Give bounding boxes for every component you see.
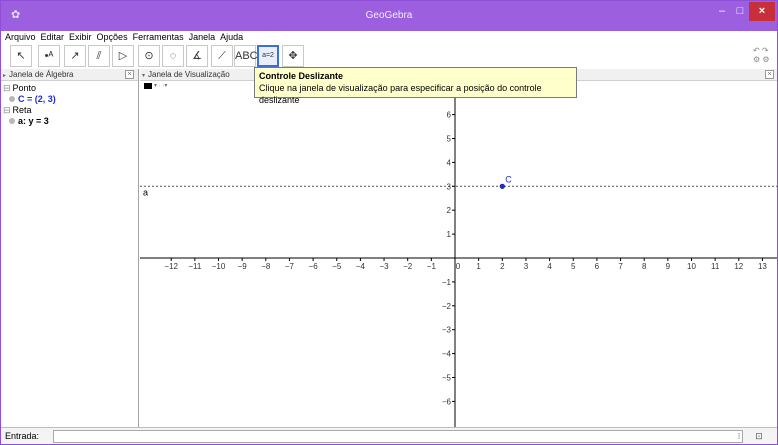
- x-tick-label: 1: [476, 262, 481, 271]
- undo-redo-buttons[interactable]: ↶ ↷ ⚙ ⚙: [753, 46, 775, 66]
- visibility-dot-icon[interactable]: [9, 118, 15, 124]
- y-tick-label: −2: [442, 302, 452, 311]
- collapse-icon[interactable]: ▾: [142, 73, 145, 79]
- menu-editar[interactable]: Editar: [41, 31, 65, 44]
- menu-ferramentas[interactable]: Ferramentas: [133, 31, 184, 44]
- x-tick-label: −6: [309, 262, 319, 271]
- x-tick-label: −3: [379, 262, 389, 271]
- x-tick-label: 4: [547, 262, 552, 271]
- x-tick-label: −10: [212, 262, 226, 271]
- y-tick-label: 2: [447, 206, 452, 215]
- toolbar: ↶ ↷ ⚙ ⚙ ↖ •ᴬ ↗ ⫽ ▷ ⊙ ◌ ∡ ⟋ ABC a=2 ✥: [1, 44, 777, 69]
- minus-icon[interactable]: ⊟: [3, 105, 11, 115]
- x-tick-label: 11: [711, 262, 720, 271]
- y-tick-label: 6: [447, 111, 452, 120]
- x-tick-label: −7: [285, 262, 295, 271]
- x-tick-label: −9: [238, 262, 248, 271]
- color-swatch[interactable]: [144, 83, 152, 89]
- conic-tool-icon[interactable]: ◌: [162, 45, 184, 67]
- y-tick-label: 5: [447, 135, 452, 144]
- text-tool-icon[interactable]: ABC: [234, 45, 258, 67]
- x-tick-label: 0: [456, 262, 461, 271]
- input-field[interactable]: [53, 430, 743, 443]
- x-tick-label: −2: [403, 262, 413, 271]
- input-help-icon[interactable]: ⁝: [733, 430, 745, 443]
- algebra-view-header[interactable]: ▸ Janela de Álgebra ×: [1, 69, 138, 81]
- x-tick-label: 3: [524, 262, 529, 271]
- polygon-tool-icon[interactable]: ▷: [112, 45, 134, 67]
- x-tick-label: 6: [595, 262, 600, 271]
- menu-arquivo[interactable]: Arquivo: [5, 31, 36, 44]
- x-tick-label: −5: [332, 262, 342, 271]
- y-tick-label: −5: [442, 374, 452, 383]
- reflect-tool-icon[interactable]: ⟋: [211, 45, 233, 67]
- move-tool-icon[interactable]: ↖: [10, 45, 32, 67]
- move-view-tool-icon[interactable]: ✥: [282, 45, 304, 67]
- tree-item-c[interactable]: C = (2, 3): [3, 94, 56, 105]
- minimize-button[interactable]: –: [711, 2, 733, 21]
- coordinate-plane[interactable]: a−12 −11 −10 −9 −8 −7 −6 −5 −4 −3 −2 −1 0 1 2 3 4 5 6 7 8 9 10…: [140, 69, 777, 427]
- x-tick-label: 10: [687, 262, 696, 271]
- algebra-view-title: Janela de Álgebra: [9, 70, 74, 79]
- x-tick-label: 13: [758, 262, 767, 271]
- close-view-icon[interactable]: ×: [765, 70, 774, 79]
- graphics-view[interactable]: a −12 −11 −10 −9 −8 −7 −6 −5 −4 −3 −2 −1 0 1 2 3 4 5 6 7 8 9 10…: [140, 69, 777, 427]
- angle-tool-icon[interactable]: ∡: [186, 45, 208, 67]
- algebra-view: ▸ Janela de Álgebra × ⊟ Ponto C = (2, 3) ⊟…: [1, 69, 139, 427]
- collapse-icon[interactable]: ▸: [3, 73, 6, 79]
- x-tick-label: −12: [164, 262, 178, 271]
- input-bar: Entrada: ⁝ ⊡: [1, 427, 777, 444]
- point-c[interactable]: [499, 183, 505, 189]
- menu-opcoes[interactable]: Opções: [97, 31, 128, 44]
- x-tick-label: −4: [356, 262, 366, 271]
- point-tool-icon[interactable]: •ᴬ: [38, 45, 60, 67]
- y-tick-label: 1: [447, 230, 452, 239]
- maximize-button[interactable]: □: [733, 2, 747, 21]
- x-tick-label: 12: [734, 262, 743, 271]
- menu-ajuda[interactable]: Ajuda: [220, 31, 243, 44]
- tree-category-reta[interactable]: ⊟ Reta: [3, 105, 56, 116]
- algebra-tree: ⊟ Ponto C = (2, 3) ⊟ Reta a: y = 3: [3, 83, 56, 127]
- title-bar: ✿ GeoGebra – □ ×: [1, 1, 777, 31]
- graphics-view-title: Janela de Visualização: [148, 70, 230, 79]
- point-c-label: C: [505, 174, 512, 184]
- y-tick-label: −3: [442, 326, 452, 335]
- y-tick-label: 4: [447, 158, 452, 167]
- x-tick-label: 8: [642, 262, 647, 271]
- x-tick-label: −1: [427, 262, 437, 271]
- input-label: Entrada:: [5, 431, 40, 441]
- close-view-icon[interactable]: ×: [125, 70, 134, 79]
- circle-tool-icon[interactable]: ⊙: [138, 45, 160, 67]
- y-tick-label: 3: [447, 182, 452, 191]
- input-keyboard-icon[interactable]: ⊡: [753, 430, 765, 443]
- style-dropdown-icon[interactable]: ▾ · ·▾: [154, 81, 167, 92]
- y-tick-label: −6: [442, 397, 452, 406]
- tool-tooltip: Controle Deslizante Clique na janela de …: [254, 67, 577, 105]
- x-tick-label: 2: [500, 262, 505, 271]
- slider-tool-icon[interactable]: a=2: [257, 45, 279, 67]
- y-tick-label: −4: [442, 350, 452, 359]
- tooltip-title: Controle Deslizante: [259, 71, 344, 81]
- x-tick-label: 7: [618, 262, 623, 271]
- line-tool-icon[interactable]: ↗: [64, 45, 86, 67]
- geogebra-window: ✿ GeoGebra – □ × Arquivo Editar Exibir Opçõ…: [0, 0, 778, 445]
- line-a-label: a: [143, 187, 148, 197]
- x-tick-label: −8: [261, 262, 271, 271]
- minus-icon[interactable]: ⊟: [3, 83, 11, 93]
- menu-janela[interactable]: Janela: [189, 31, 216, 44]
- close-button[interactable]: ×: [749, 2, 775, 21]
- menu-exibir[interactable]: Exibir: [69, 31, 92, 44]
- x-tick-label: 5: [571, 262, 576, 271]
- perpendicular-tool-icon[interactable]: ⫽: [88, 45, 110, 67]
- tooltip-description: Clique na janela de visualização para es…: [259, 83, 542, 105]
- tree-item-a[interactable]: a: y = 3: [3, 116, 56, 127]
- window-title: GeoGebra: [365, 10, 413, 21]
- tree-category-ponto[interactable]: ⊟ Ponto: [3, 83, 56, 94]
- x-tick-label: −11: [188, 262, 202, 271]
- y-tick-label: −1: [442, 278, 452, 287]
- menu-bar: Arquivo Editar Exibir Opções Ferramentas Jane…: [1, 31, 777, 44]
- x-tick-label: 9: [666, 262, 671, 271]
- visibility-dot-icon[interactable]: [9, 96, 15, 102]
